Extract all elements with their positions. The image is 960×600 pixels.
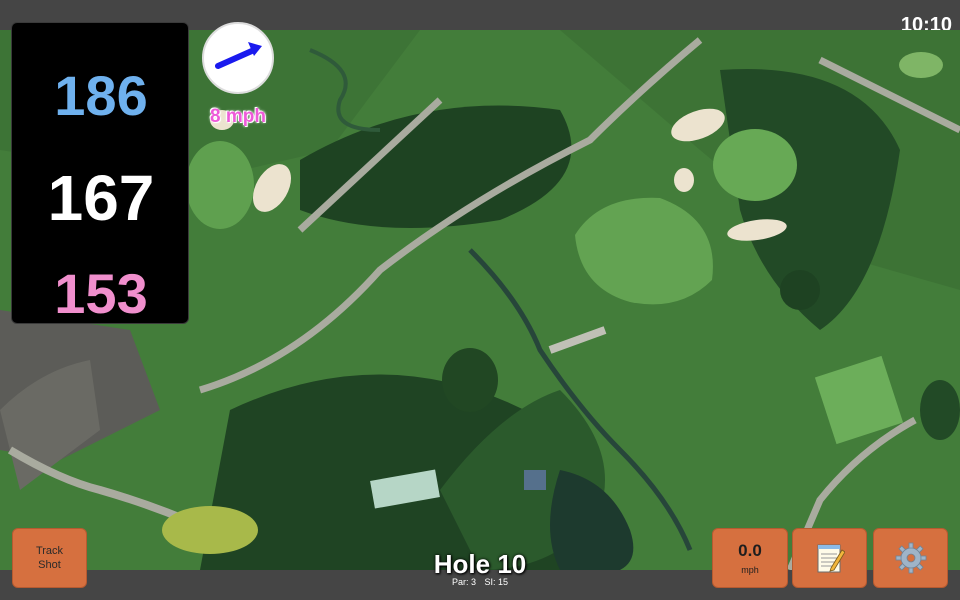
wind-speed-label: 8 mph <box>210 106 266 127</box>
middle-of-green-distance: 167 <box>47 162 155 234</box>
stroke-index-label: SI: 15 <box>484 577 509 587</box>
speed-value: 0.0 <box>738 541 762 560</box>
track-shot-label-line2: Shot <box>38 559 61 571</box>
track-shot-label-line1: Track <box>35 545 64 557</box>
notes-button[interactable] <box>792 528 867 588</box>
front-of-green-distance: 153 <box>54 262 148 325</box>
speed-unit: mph <box>741 565 759 575</box>
back-of-green-distance: 186 <box>54 64 148 127</box>
speed-button[interactable]: 0.0 mph <box>712 528 788 588</box>
distance-panel: 186 167 153 <box>11 22 189 325</box>
hole-info: Par: 3 SI: 15 <box>380 577 580 587</box>
hole-title: Hole 10 <box>433 549 527 579</box>
par-label: Par: 3 <box>451 577 476 587</box>
track-shot-button[interactable]: Track Shot <box>12 528 87 588</box>
settings-button[interactable] <box>873 528 948 588</box>
wind-indicator <box>202 22 274 94</box>
gear-icon <box>895 542 926 574</box>
wind-direction-arrow-icon <box>215 42 262 69</box>
notepad-icon <box>817 544 845 573</box>
